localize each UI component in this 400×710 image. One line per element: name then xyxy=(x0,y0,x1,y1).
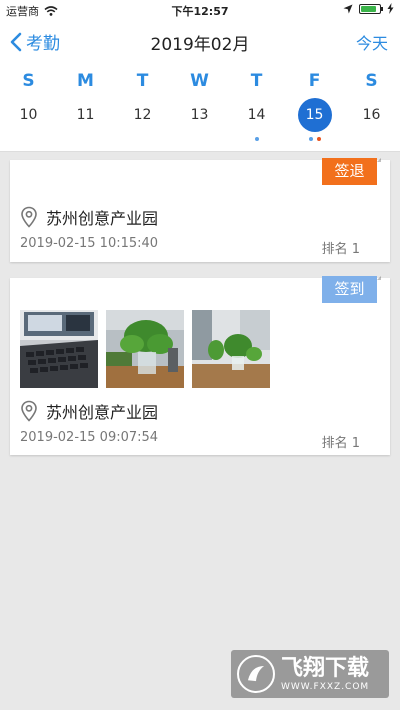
day-number: 13 xyxy=(190,107,209,123)
day-number-selected: 15 xyxy=(297,98,332,132)
nav-bar: 考勤 2019年02月 今天 xyxy=(0,20,400,62)
record-dots xyxy=(228,137,285,141)
day-cell[interactable]: T 14 xyxy=(228,62,285,152)
day-cell[interactable]: S 16 xyxy=(343,62,400,152)
record-rank: 排名 1 xyxy=(321,242,360,257)
today-button[interactable]: 今天 xyxy=(356,30,388,54)
day-number: 10 xyxy=(19,107,38,123)
location-name: 苏州创意产业园 xyxy=(46,209,159,228)
day-number: 12 xyxy=(133,107,152,123)
week-calendar: S 10 M 11 T 12 W 13 T 14 F 15 S 16 xyxy=(0,62,400,152)
day-cell[interactable]: T 12 xyxy=(114,62,171,152)
record-time: 2019-02-15 10:15:40 xyxy=(20,236,159,251)
laptop-photo[interactable] xyxy=(20,310,98,388)
day-of-week: S xyxy=(365,71,378,91)
plant-photo[interactable] xyxy=(106,310,184,388)
day-cell[interactable]: W 13 xyxy=(171,62,228,152)
record-dot xyxy=(308,137,313,141)
day-cell-selected[interactable]: F 15 xyxy=(286,62,343,152)
record-type-badge: 签退 xyxy=(322,158,381,185)
day-of-week: T xyxy=(250,71,263,91)
day-of-week: S xyxy=(22,71,35,91)
day-of-week: T xyxy=(136,71,149,91)
location-name: 苏州创意产业园 xyxy=(46,403,159,422)
day-of-week: M xyxy=(77,71,94,91)
day-of-week: F xyxy=(308,71,321,91)
attendance-record-card[interactable]: 签到 苏州创意产业园 2019-02-15 09:07:54 排名 1 xyxy=(10,276,390,455)
charging-icon xyxy=(387,3,394,14)
record-dots xyxy=(286,137,343,141)
day-cell[interactable]: M 11 xyxy=(57,62,114,152)
record-time: 2019-02-15 09:07:54 xyxy=(20,430,159,445)
watermark-url: WWW.FXXZ.COM xyxy=(281,682,370,692)
site-watermark: 飞翔下载 WWW.FXXZ.COM xyxy=(231,650,389,698)
day-number: 14 xyxy=(247,107,266,123)
office-plant-photo[interactable] xyxy=(192,310,270,388)
watermark-logo-icon xyxy=(237,655,275,693)
record-type-badge: 签到 xyxy=(322,276,381,303)
location-pin-icon xyxy=(21,206,37,228)
status-time: 下午12:57 xyxy=(171,5,229,18)
day-of-week: W xyxy=(190,71,209,91)
day-number: 11 xyxy=(76,107,95,123)
page-title: 2019年02月 xyxy=(150,35,250,55)
battery-icon xyxy=(359,3,383,14)
attendance-record-card[interactable]: 签退 苏州创意产业园 2019-02-15 10:15:40 排名 1 xyxy=(10,158,390,262)
watermark-title: 飞翔下载 xyxy=(281,656,370,681)
status-bar: 运营商 下午12:57 xyxy=(0,0,400,20)
record-location: 苏州创意产业园 xyxy=(20,399,158,423)
record-rank: 排名 1 xyxy=(321,436,360,451)
location-pin-icon xyxy=(21,400,37,422)
record-dot xyxy=(316,137,321,141)
day-number: 16 xyxy=(362,107,381,123)
record-dot xyxy=(254,137,259,141)
day-cell[interactable]: S 10 xyxy=(0,62,57,152)
record-location: 苏州创意产业园 xyxy=(20,205,158,229)
location-arrow-icon xyxy=(343,4,353,13)
